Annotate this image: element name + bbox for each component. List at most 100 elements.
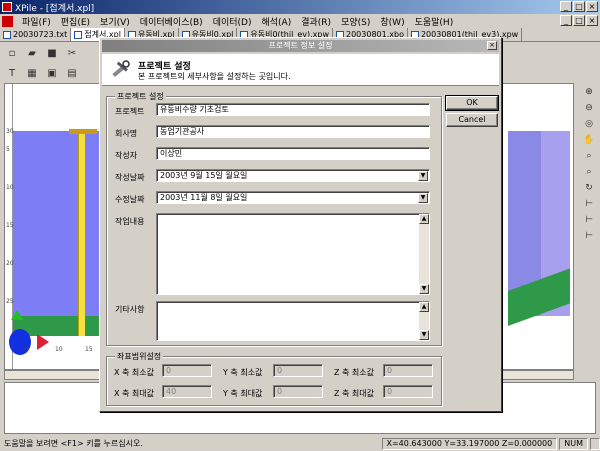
x-min-label: X 축 최소값 bbox=[114, 368, 155, 377]
menu-help[interactable]: 도움말(H) bbox=[410, 15, 459, 28]
axis-tick-label: 25 bbox=[6, 298, 14, 305]
y-min-label: Y 축 최소값 bbox=[223, 368, 263, 377]
project-name-label: 프로젝트 bbox=[115, 107, 145, 116]
menu-shape[interactable]: 모양(S) bbox=[336, 15, 375, 28]
menu-edit[interactable]: 편집(E) bbox=[56, 15, 95, 28]
picture-icon[interactable]: ▣ bbox=[44, 65, 60, 81]
view-toolbar: ⊕ ⊖ ◎ ✋ ⌕ ⌕ ↻ ⊢ ⊢ ⊢ bbox=[580, 85, 598, 243]
pile-cap[interactable] bbox=[69, 129, 97, 134]
axis-yz-icon[interactable]: ⊢ bbox=[582, 213, 596, 227]
author-field[interactable]: 이상민 bbox=[156, 147, 430, 160]
dropdown-arrow-icon[interactable]: ▼ bbox=[418, 193, 428, 203]
menu-data[interactable]: 데이터(D) bbox=[208, 15, 257, 28]
app-title-bar[interactable]: XPile - [접계서.xpl] _ □ × bbox=[0, 0, 600, 14]
project-settings-dialog: 프로젝트 정보 설정 × 프로젝트 설정 본 프로젝트의 세부사항을 설정하는 … bbox=[99, 37, 502, 412]
created-date-picker[interactable]: 2003년 9월 15일 월요일 ▼ bbox=[156, 169, 430, 182]
cancel-button[interactable]: Cancel bbox=[446, 113, 498, 127]
status-empty-cell bbox=[590, 437, 600, 450]
zoom-previous-icon[interactable]: ⌕ bbox=[582, 165, 596, 179]
status-message: 도움말을 보려면 <F1> 키를 누르십시오. bbox=[4, 439, 143, 448]
project-settings-group: 프로젝트 설정 프로젝트 유동비수량 기초검토 회사명 동업기관공사 작성자 이… bbox=[106, 91, 442, 346]
menu-result[interactable]: 결과(R) bbox=[296, 15, 336, 28]
window-controls: _ □ × bbox=[560, 1, 598, 12]
axis-tick-label: 5 bbox=[25, 346, 29, 353]
axis-tick-label: 15 bbox=[6, 222, 14, 229]
scroll-up-icon[interactable]: ▲ bbox=[419, 302, 429, 312]
scroll-up-icon[interactable]: ▲ bbox=[419, 214, 429, 224]
status-num-lock: NUM bbox=[559, 437, 588, 450]
mdi-minimize-button[interactable]: _ bbox=[560, 15, 572, 26]
save-icon[interactable]: ■ bbox=[44, 45, 60, 61]
close-button[interactable]: × bbox=[586, 1, 598, 12]
created-date-value: 2003년 9월 15일 월요일 bbox=[160, 171, 248, 180]
dropdown-arrow-icon[interactable]: ▼ bbox=[418, 171, 428, 181]
modified-date-picker[interactable]: 2003년 11월 8일 월요일 ▼ bbox=[156, 191, 430, 204]
axis-tick-label: 20 bbox=[6, 260, 14, 267]
maximize-button[interactable]: □ bbox=[573, 1, 585, 12]
coordinate-range-group: 좌표범위설정 X 축 최소값 0 Y 축 최소값 0 Z 축 최소값 0 X 축… bbox=[106, 351, 442, 406]
pan-hand-icon[interactable]: ✋ bbox=[582, 133, 596, 147]
axis-tick-label: 15 bbox=[85, 346, 93, 353]
company-field[interactable]: 동업기관공사 bbox=[156, 125, 430, 138]
grid-icon[interactable]: ▦ bbox=[24, 65, 40, 81]
notes-textarea[interactable] bbox=[156, 301, 430, 341]
work-content-textarea[interactable] bbox=[156, 213, 430, 295]
notes-label: 기타사항 bbox=[115, 305, 145, 314]
text-icon[interactable]: T bbox=[4, 65, 20, 81]
status-bar: 도움말을 보려면 <F1> 키를 누르십시오. X=40.643000 Y=33… bbox=[0, 436, 600, 451]
x-max-field[interactable]: 40 bbox=[162, 385, 212, 398]
work-content-scrollbar[interactable]: ▲ ▼ bbox=[419, 214, 429, 294]
window-title: XPile - [접계서.xpl] bbox=[15, 4, 95, 14]
tools-icon bbox=[112, 60, 130, 78]
menu-bar: 파일(F) 편집(E) 보기(V) 데이터베이스(B) 데이터(D) 해석(A)… bbox=[0, 14, 600, 28]
print-icon[interactable]: ▤ bbox=[64, 65, 80, 81]
zoom-extents-icon[interactable]: ⌕ bbox=[582, 149, 596, 163]
project-name-field[interactable]: 유동비수량 기초검토 bbox=[156, 103, 430, 116]
y-min-field[interactable]: 0 bbox=[273, 364, 323, 377]
mdi-restore-button[interactable]: □ bbox=[573, 15, 585, 26]
dialog-header-description: 본 프로젝트의 세부사항을 설정하는 곳입니다. bbox=[138, 72, 291, 81]
dialog-close-button[interactable]: × bbox=[487, 41, 497, 50]
y-axis-arrow-icon bbox=[11, 310, 23, 320]
scroll-down-icon[interactable]: ▼ bbox=[419, 284, 429, 294]
z-max-label: Z 축 최대값 bbox=[334, 389, 375, 398]
status-coordinates: X=40.643000 Y=33.197000 Z=0.000000 bbox=[381, 437, 558, 450]
cut-icon[interactable]: ✂ bbox=[64, 45, 80, 61]
menu-analysis[interactable]: 해석(A) bbox=[256, 15, 296, 28]
scroll-down-icon[interactable]: ▼ bbox=[419, 330, 429, 340]
axis-tick-label: 10 bbox=[6, 184, 14, 191]
z-min-field[interactable]: 0 bbox=[383, 364, 433, 377]
x-max-label: X 축 최대값 bbox=[114, 389, 155, 398]
pile-shaft[interactable] bbox=[78, 131, 85, 336]
axis-xz-icon[interactable]: ⊢ bbox=[582, 229, 596, 243]
doc-tab[interactable]: 20030723.txt bbox=[0, 28, 72, 41]
document-icon[interactable] bbox=[2, 15, 13, 27]
minimize-button[interactable]: _ bbox=[560, 1, 572, 12]
modified-date-value: 2003년 11월 8일 월요일 bbox=[160, 193, 248, 202]
menu-window[interactable]: 창(W) bbox=[375, 15, 409, 28]
menu-database[interactable]: 데이터베이스(B) bbox=[135, 15, 208, 28]
file-icon bbox=[74, 30, 83, 39]
company-label: 회사명 bbox=[115, 129, 138, 138]
dialog-title-bar[interactable]: 프로젝트 정보 설정 × bbox=[102, 40, 499, 52]
work-content-label: 작업내용 bbox=[115, 217, 145, 226]
axis-tick-label: 30 bbox=[6, 128, 14, 135]
y-max-field[interactable]: 0 bbox=[273, 385, 323, 398]
new-file-icon[interactable]: ▫ bbox=[4, 45, 20, 61]
mdi-close-button[interactable]: × bbox=[586, 15, 598, 26]
menu-view[interactable]: 보기(V) bbox=[95, 15, 135, 28]
z-min-label: Z 축 최소값 bbox=[334, 368, 375, 377]
open-folder-icon[interactable]: ▰ bbox=[24, 45, 40, 61]
dialog-header: 프로젝트 설정 본 프로젝트의 세부사항을 설정하는 곳입니다. bbox=[102, 54, 499, 86]
zoom-window-icon[interactable]: ◎ bbox=[582, 117, 596, 131]
notes-scrollbar[interactable]: ▲ ▼ bbox=[419, 302, 429, 340]
axis-xy-icon[interactable]: ⊢ bbox=[582, 197, 596, 211]
z-max-field[interactable]: 0 bbox=[383, 385, 433, 398]
ok-button[interactable]: OK bbox=[445, 95, 499, 111]
menu-file[interactable]: 파일(F) bbox=[17, 15, 56, 28]
zoom-in-icon[interactable]: ⊕ bbox=[582, 85, 596, 99]
y-max-label: Y 축 최대값 bbox=[223, 389, 263, 398]
x-min-field[interactable]: 0 bbox=[162, 364, 212, 377]
redraw-icon[interactable]: ↻ bbox=[582, 181, 596, 195]
zoom-out-icon[interactable]: ⊖ bbox=[582, 101, 596, 115]
